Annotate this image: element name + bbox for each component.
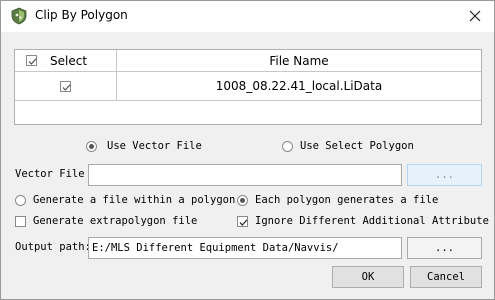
cancel-button[interactable]: Cancel [410, 266, 482, 288]
output-path-input[interactable]: E:/MLS Different Equipment Data/Navvis/ [88, 237, 402, 259]
select-all-checkbox[interactable] [26, 55, 37, 66]
extrapolygon-label[interactable]: Generate extrapolygon file [33, 215, 197, 227]
close-icon[interactable] [469, 10, 481, 22]
generate-within-polygon-radio[interactable] [15, 195, 26, 206]
vector-file-label: Vector File [15, 168, 85, 180]
checkmark-icon [62, 83, 71, 91]
row-filename: 1008_08.22.41_local.LiData [215, 79, 383, 93]
use-vector-file-label[interactable]: Use Vector File [107, 140, 202, 152]
table-header-select[interactable]: Select [15, 50, 117, 72]
use-vector-file-radio[interactable] [86, 141, 97, 152]
header-select-label: Select [50, 53, 88, 68]
table-row-filename-cell[interactable]: 1008_08.22.41_local.LiData [117, 72, 481, 101]
title-bar[interactable]: Clip By Polygon [1, 1, 494, 32]
generate-within-polygon-label[interactable]: Generate a file within a polygon [33, 194, 235, 206]
output-path-label: Output path: [15, 241, 91, 253]
file-table: Select File Name 1008_08.22.41_local.LiD… [14, 49, 482, 125]
output-path-browse-button[interactable]: ... [407, 237, 482, 259]
use-select-polygon-radio[interactable] [282, 141, 293, 152]
header-filename-label: File Name [269, 53, 329, 68]
each-polygon-label[interactable]: Each polygon generates a file [255, 194, 438, 206]
table-row-select-cell[interactable] [15, 72, 117, 101]
row-checkbox[interactable] [60, 80, 71, 92]
ignore-attribute-checkbox[interactable] [237, 216, 248, 227]
checkmark-icon [239, 219, 248, 226]
app-shield-icon [10, 7, 28, 25]
extrapolygon-checkbox[interactable] [15, 216, 26, 227]
use-select-polygon-label[interactable]: Use Select Polygon [300, 140, 414, 152]
close-button[interactable] [461, 4, 489, 28]
ignore-attribute-label[interactable]: Ignore Different Additional Attribute [255, 215, 489, 227]
each-polygon-radio[interactable] [237, 195, 248, 206]
clip-by-polygon-dialog: Clip By Polygon Select File Name 1008_08… [0, 0, 495, 300]
window-title: Clip By Polygon [35, 8, 128, 22]
checkmark-icon [28, 58, 37, 65]
vector-file-browse-button[interactable]: ... [407, 164, 482, 186]
table-header-filename[interactable]: File Name [117, 50, 481, 72]
vector-file-input[interactable] [88, 164, 402, 186]
ok-button[interactable]: OK [332, 266, 404, 288]
